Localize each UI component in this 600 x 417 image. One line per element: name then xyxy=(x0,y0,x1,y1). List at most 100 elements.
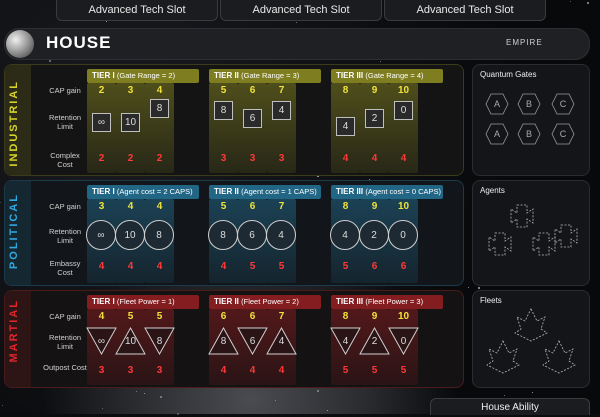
tech-slot-label: Advanced Tech Slot xyxy=(416,4,514,16)
martial-cap-value: 6 xyxy=(220,311,227,322)
industrial-retention-square: ∞ xyxy=(92,113,111,132)
quantum-gate-slot[interactable]: A xyxy=(485,93,509,115)
industrial-cost-value: 4 xyxy=(371,153,378,164)
quantum-gate-letter: A xyxy=(493,129,500,139)
star xyxy=(570,1,571,2)
martial-retention-triangle: 10 xyxy=(115,327,146,355)
martial-retention-value: 8 xyxy=(156,335,163,347)
industrial-retention-value: 8 xyxy=(220,105,227,116)
industrial-retention-value: 10 xyxy=(124,117,137,128)
star xyxy=(532,392,533,393)
star xyxy=(504,395,505,396)
industrial-cap-value: 3 xyxy=(127,85,134,96)
political-retention-circle: 4 xyxy=(330,220,360,250)
star xyxy=(49,60,51,62)
quantum-gate-slot[interactable]: C xyxy=(551,123,575,145)
quantum-gate-slot[interactable]: C xyxy=(551,93,575,115)
star xyxy=(587,2,589,4)
industrial-retention-square: 10 xyxy=(121,113,140,132)
political-cap-value: 7 xyxy=(278,201,285,212)
political-retention-label: Retention Limit xyxy=(48,227,82,245)
political-retention-circle: 8 xyxy=(208,220,238,250)
martial-tier-sub: (Fleet Power = 3) xyxy=(365,297,424,306)
martial-retention-value: 6 xyxy=(249,335,256,347)
political-cap-value: 4 xyxy=(127,201,134,212)
political-retention-value: 4 xyxy=(278,229,284,241)
martial-retention-value: 2 xyxy=(371,335,378,347)
quantum-gate-letter: B xyxy=(525,129,532,139)
advanced-tech-slot-3[interactable]: Advanced Tech Slot xyxy=(384,0,546,21)
industrial-cost-value: 3 xyxy=(220,153,227,164)
quantum-gate-slot[interactable]: A xyxy=(485,123,509,145)
political-tier-sub: (Agent cost = 1 CAPS) xyxy=(241,187,317,196)
industrial-retention-value: 2 xyxy=(371,113,378,124)
industrial-cap-value: 7 xyxy=(278,85,285,96)
political-retention-circle: 0 xyxy=(388,220,418,250)
political-tier-3-header: TIER III (Agent cost = 0 CAPS) xyxy=(331,185,443,199)
quantum-gate-slot[interactable]: B xyxy=(517,123,541,145)
political-tier-sub: (Agent cost = 0 CAPS) xyxy=(365,187,442,196)
martial-retention-triangle: 6 xyxy=(237,327,268,355)
house-ability-slot[interactable]: House Ability xyxy=(430,398,590,415)
political-cap-value: 4 xyxy=(156,201,163,212)
industrial-tier-sub: (Gate Range = 3) xyxy=(241,71,300,80)
house-title: HOUSE xyxy=(46,33,112,52)
quantum-gate-letter: C xyxy=(559,99,567,109)
industrial-cost-label: Complex Cost xyxy=(50,151,80,169)
house-globe-icon xyxy=(6,30,34,58)
martial-retention-triangle: ∞ xyxy=(86,327,117,355)
political-cost-value: 6 xyxy=(400,261,407,272)
martial-cost-value: 3 xyxy=(98,365,105,376)
industrial-tier-2-header: TIER II (Gate Range = 3) xyxy=(209,69,321,83)
star xyxy=(317,390,319,392)
agent-slots-icon xyxy=(488,204,578,256)
star xyxy=(380,61,381,62)
political-cap-label: CAP gain xyxy=(49,202,81,211)
martial-cap-value: 10 xyxy=(397,311,410,322)
political-cap-value: 10 xyxy=(397,201,410,212)
industrial-tier-sub: (Gate Range = 4) xyxy=(365,71,424,80)
star xyxy=(2,405,3,406)
political-cost-value: 5 xyxy=(249,261,256,272)
advanced-tech-slot-1[interactable]: Advanced Tech Slot xyxy=(56,0,218,21)
industrial-retention-value: 4 xyxy=(278,105,285,116)
political-tier-name: TIER III xyxy=(336,187,364,196)
star xyxy=(468,287,469,288)
martial-cost-value: 5 xyxy=(342,365,349,376)
political-cap-value: 6 xyxy=(249,201,256,212)
industrial-tier-name: TIER II xyxy=(214,71,239,80)
martial-retention-value: 8 xyxy=(220,335,227,347)
industrial-retention-value: ∞ xyxy=(97,117,106,128)
industrial-cap-value: 8 xyxy=(342,85,349,96)
martial-cost-value: 4 xyxy=(249,365,256,376)
martial-cap-value: 5 xyxy=(127,311,134,322)
martial-cost-value: 4 xyxy=(220,365,227,376)
industrial-cost-value: 3 xyxy=(249,153,256,164)
industrial-label: INDUSTRIAL xyxy=(8,80,20,167)
martial-cap-value: 4 xyxy=(98,311,105,322)
advanced-tech-slot-2[interactable]: Advanced Tech Slot xyxy=(220,0,382,21)
industrial-retention-value: 4 xyxy=(342,121,349,132)
martial-tier-name: TIER II xyxy=(214,297,239,306)
house-ability-label: House Ability xyxy=(481,402,539,413)
martial-cap-value: 7 xyxy=(278,311,285,322)
political-label: POLITICAL xyxy=(8,193,20,270)
political-cost-value: 4 xyxy=(156,261,163,272)
martial-cap-label: CAP gain xyxy=(49,312,81,321)
martial-tier-name: TIER III xyxy=(336,297,364,306)
industrial-cap-value: 6 xyxy=(249,85,256,96)
political-cap-value: 5 xyxy=(220,201,227,212)
star xyxy=(177,413,179,415)
industrial-retention-square: 0 xyxy=(394,101,413,120)
industrial-cost-value: 4 xyxy=(400,153,407,164)
industrial-tier-1-header: TIER I (Gate Range = 2) xyxy=(87,69,199,83)
star xyxy=(106,21,107,22)
industrial-tier-3-header: TIER III (Gate Range = 4) xyxy=(331,69,443,83)
martial-cap-value: 8 xyxy=(342,311,349,322)
political-retention-value: 6 xyxy=(249,229,255,241)
quantum-gate-slot[interactable]: B xyxy=(517,93,541,115)
political-retention-circle: 10 xyxy=(115,220,145,250)
political-cost-value: 4 xyxy=(220,261,227,272)
political-retention-value: 4 xyxy=(342,229,348,241)
industrial-retention-square: 6 xyxy=(243,109,262,128)
